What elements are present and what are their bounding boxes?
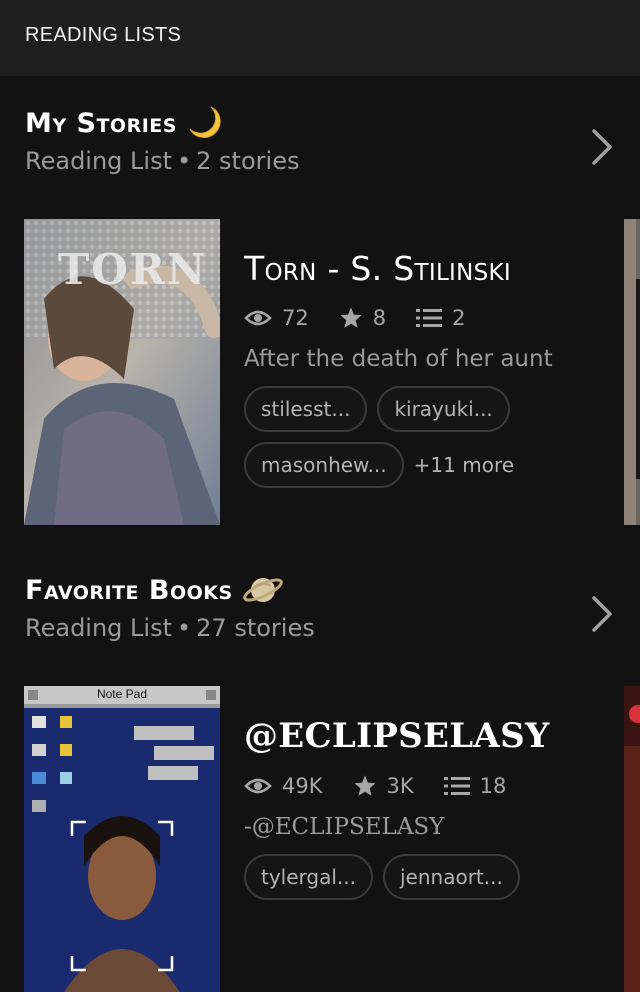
tag-chip[interactable]: kirayuki...	[377, 386, 510, 432]
list-icon	[443, 777, 470, 795]
votes-count: 8	[372, 306, 387, 330]
story-card[interactable]: TORN Torn - S. Stilinski 72 8 2 After th…	[24, 219, 640, 525]
next-story-cover[interactable]	[624, 686, 640, 992]
reading-list-subtitle: Reading List • 27 stories	[25, 614, 315, 642]
votes-count: 3K	[386, 774, 414, 798]
story-title[interactable]: @ECLIPSELASY	[244, 716, 584, 756]
story-stats: 49K 3K 18	[244, 774, 584, 798]
tag-chip[interactable]: masonhew...	[244, 442, 404, 488]
eye-icon	[244, 310, 272, 326]
reading-list-section: Favorite Books Reading List • 27 stories	[0, 570, 640, 660]
star-icon	[340, 307, 362, 328]
story-count: 2 stories	[196, 147, 300, 175]
reads-count: 49K	[282, 774, 323, 798]
reading-list-subtitle: Reading List • 2 stories	[25, 147, 299, 175]
story-count: 27 stories	[196, 614, 315, 642]
cover-title-text: TORN	[58, 245, 208, 294]
reading-list-header[interactable]: Favorite Books Reading List • 27 stories	[0, 570, 640, 660]
tag-list: stilesst... kirayuki... masonhew... +11 …	[244, 386, 584, 498]
story-description: -@ECLIPSELASY	[244, 814, 445, 840]
parts-stat: 18	[443, 774, 507, 798]
list-icon	[416, 309, 443, 327]
story-stats: 72 8 2	[244, 306, 584, 330]
chevron-right-icon[interactable]	[588, 590, 618, 638]
cover-window-title: Note Pad	[96, 687, 148, 701]
separator-dot: •	[177, 147, 192, 175]
tag-chip[interactable]: jennaort...	[383, 854, 520, 900]
votes-stat: 8	[339, 306, 386, 330]
reads-count: 72	[282, 306, 309, 330]
parts-stat: 2	[416, 306, 465, 330]
star-icon	[354, 775, 375, 796]
reads-stat: 49K	[244, 774, 323, 798]
votes-stat: 3K	[353, 774, 414, 798]
tag-chip[interactable]: tylergal...	[244, 854, 373, 900]
chevron-right-icon[interactable]	[588, 123, 618, 171]
story-info: @ECLIPSELASY 49K 3K 18 -@ECLIPSELASY tyl…	[244, 716, 584, 910]
next-story-cover[interactable]	[624, 219, 640, 525]
book-cover[interactable]: TORN	[24, 219, 220, 525]
book-cover[interactable]: Note Pad	[24, 686, 220, 992]
separator-dot: •	[177, 614, 192, 642]
story-info: Torn - S. Stilinski 72 8 2 After the dea…	[244, 249, 584, 498]
reading-list-header[interactable]: My Stories Reading List • 2 stories	[0, 103, 640, 193]
saturn-icon	[241, 570, 285, 610]
tag-chip[interactable]: stilesst...	[244, 386, 368, 432]
reading-list-title: My Stories	[25, 103, 225, 143]
top-bar: READING LISTS	[0, 0, 640, 76]
reading-list-type: Reading List	[25, 614, 172, 642]
reading-list-title: Favorite Books	[25, 570, 285, 610]
tag-list: tylergal... jennaort...	[244, 854, 584, 910]
story-description: After the death of her aunt	[244, 346, 553, 372]
reading-list-type: Reading List	[25, 147, 172, 175]
reading-list-name: Favorite Books	[25, 574, 233, 606]
eye-icon	[244, 778, 272, 794]
story-title[interactable]: Torn - S. Stilinski	[244, 249, 584, 288]
more-tags-link[interactable]: +11 more	[414, 442, 514, 488]
reading-list-section: My Stories Reading List • 2 stories	[0, 103, 640, 193]
story-card[interactable]: Note Pad @ECLIPSELASY 49K 3K 18 -@ECLIPS…	[24, 686, 640, 992]
parts-count: 2	[452, 306, 466, 330]
page-title: READING LISTS	[25, 24, 182, 46]
reading-list-name: My Stories	[25, 107, 177, 139]
crescent-moon-icon	[185, 103, 225, 143]
parts-count: 18	[479, 774, 507, 798]
reads-stat: 72	[244, 306, 309, 330]
